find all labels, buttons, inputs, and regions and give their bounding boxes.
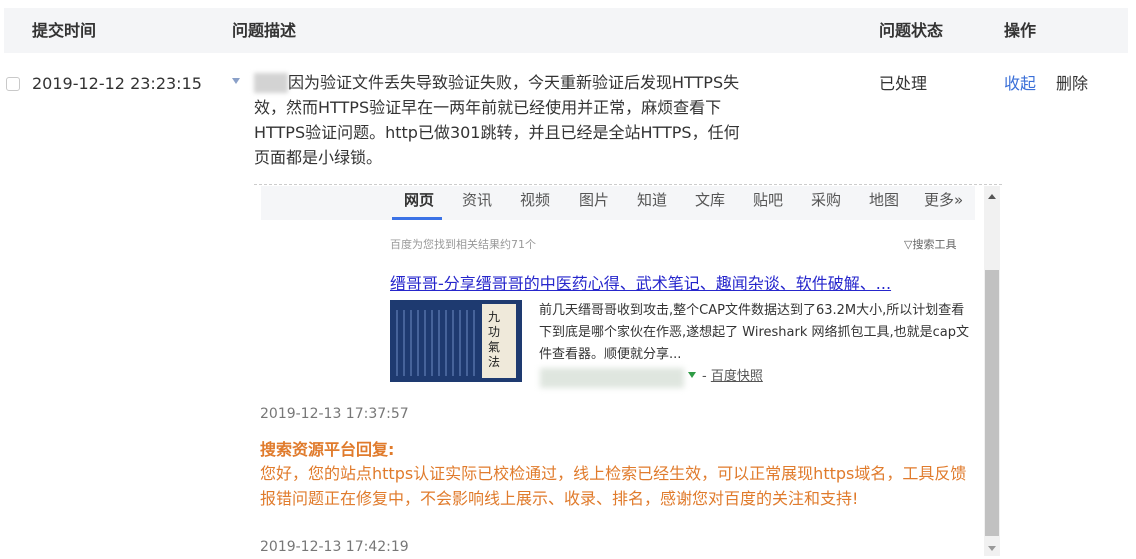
- scroll-up-icon[interactable]: [988, 194, 996, 199]
- header-actions: 操作: [1004, 21, 1037, 40]
- tab-web[interactable]: 网页: [404, 190, 434, 210]
- result-count: 百度为您找到相关结果约71个: [390, 238, 536, 251]
- timestamp: 2019-12-13 17:37:57: [260, 406, 409, 422]
- scroll-down-icon[interactable]: [988, 546, 996, 551]
- result-title-link[interactable]: 缙哥哥-分享缙哥哥的中医药心得、武术笔记、趣闻杂谈、软件破解、...: [390, 270, 891, 294]
- tab-news[interactable]: 资讯: [462, 190, 492, 210]
- issue-description: 因为验证文件丢失导致验证失败，今天重新验证后发现HTTPS失效，然而HTTPS验…: [254, 73, 740, 167]
- tab-tieba[interactable]: 贴吧: [753, 190, 783, 210]
- search-tools[interactable]: ▽搜索工具: [904, 236, 956, 252]
- url-dropdown-icon[interactable]: [688, 372, 696, 378]
- reply-heading: 搜索资源平台回复:: [260, 440, 395, 459]
- detail-divider: [254, 184, 1002, 185]
- collapse-link[interactable]: 收起: [1004, 72, 1036, 96]
- row-checkbox[interactable]: [6, 77, 20, 91]
- result-thumbnail: 九功 氣法: [390, 300, 522, 382]
- tab-images[interactable]: 图片: [579, 190, 609, 210]
- timestamp: 2019-12-13 17:42:19: [260, 539, 409, 555]
- tab-more[interactable]: 更多»: [924, 190, 963, 210]
- result-snippet: 前几天缙哥哥收到攻击,整个CAP文件数据达到了63.2M大小,所以计划查看下到底…: [539, 303, 969, 362]
- tab-zhidao[interactable]: 知道: [637, 190, 667, 210]
- redacted-url: [540, 368, 684, 388]
- tab-purchase[interactable]: 采购: [811, 190, 841, 210]
- cache-prefix: -: [702, 369, 711, 384]
- submitted-time: 2019-12-12 23:23:15: [32, 74, 202, 93]
- table-header: [4, 8, 1128, 53]
- header-status: 问题状态: [879, 21, 944, 40]
- expand-toggle-icon[interactable]: [232, 78, 240, 84]
- header-description: 问题描述: [232, 21, 297, 40]
- delete-link[interactable]: 删除: [1056, 72, 1088, 96]
- tab-video[interactable]: 视频: [520, 190, 550, 210]
- tab-wenku[interactable]: 文库: [695, 190, 725, 210]
- tab-map[interactable]: 地图: [869, 190, 899, 210]
- search-tabs-bar: [261, 186, 975, 220]
- header-submitted-time: 提交时间: [32, 21, 97, 40]
- cache-link[interactable]: - 百度快照: [702, 368, 763, 386]
- status-text: 已处理: [879, 74, 928, 93]
- cache-label[interactable]: 百度快照: [711, 369, 763, 384]
- active-tab-indicator: [392, 217, 442, 220]
- scrollbar-thumb[interactable]: [985, 270, 999, 536]
- reply-text: 您好，您的站点https认证实际已校检通过，线上检索已经生效，可以正常展现htt…: [260, 464, 967, 508]
- thumbnail-caption: 九功 氣法: [488, 310, 501, 369]
